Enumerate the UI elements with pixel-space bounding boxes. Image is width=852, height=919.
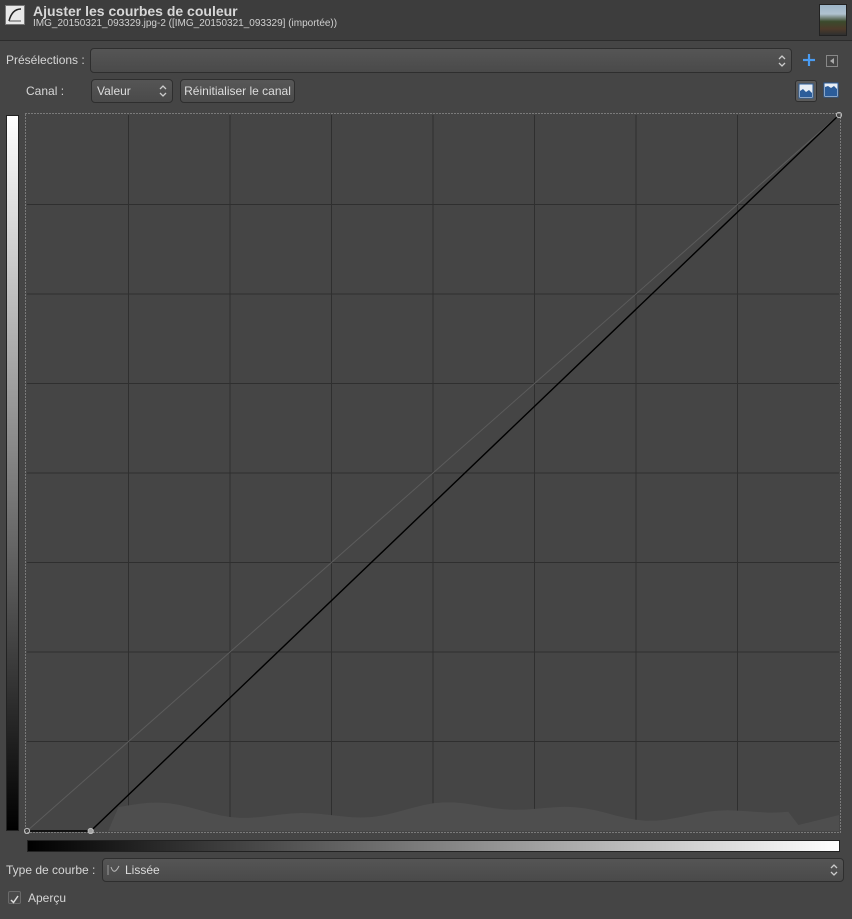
dialog-title: Ajuster les courbes de couleur bbox=[33, 3, 238, 19]
image-thumbnail bbox=[819, 4, 847, 36]
presets-combo[interactable] bbox=[90, 48, 792, 73]
smooth-curve-icon bbox=[107, 865, 120, 875]
presets-label: Présélections : bbox=[6, 53, 85, 67]
channel-label: Canal : bbox=[26, 84, 65, 98]
dialog-header: Ajuster les courbes de couleur IMG_20150… bbox=[0, 0, 852, 41]
combo-arrows-icon bbox=[830, 864, 838, 876]
preview-checkbox[interactable] bbox=[8, 891, 21, 904]
curve-type-label: Type de courbe : bbox=[6, 863, 96, 877]
channel-combo[interactable]: Valeur bbox=[91, 79, 173, 103]
dialog-subtitle: IMG_20150321_093329.jpg-2 ([IMG_20150321… bbox=[33, 18, 338, 29]
menu-arrow-icon bbox=[826, 55, 838, 67]
logarithmic-histogram-icon bbox=[823, 82, 839, 98]
combo-arrows-icon bbox=[778, 54, 786, 67]
channel-value: Valeur bbox=[97, 84, 131, 98]
linear-histogram-icon bbox=[798, 83, 814, 99]
presets-menu-button[interactable] bbox=[826, 54, 838, 67]
plus-icon bbox=[803, 54, 815, 66]
curve-type-value: Lissée bbox=[125, 863, 160, 877]
checkmark-icon bbox=[10, 895, 19, 904]
curve-graph[interactable] bbox=[23, 111, 843, 835]
curve-canvas[interactable] bbox=[23, 111, 843, 835]
curves-tool-icon bbox=[5, 5, 25, 25]
input-gradient-bar bbox=[27, 840, 840, 852]
add-preset-button[interactable] bbox=[801, 52, 817, 68]
output-gradient-bar bbox=[6, 115, 19, 831]
reset-channel-button[interactable]: Réinitialiser le canal bbox=[180, 79, 295, 103]
log-histogram-button[interactable] bbox=[821, 80, 843, 102]
linear-histogram-button[interactable] bbox=[795, 80, 817, 102]
combo-arrows-icon bbox=[159, 85, 167, 97]
curve-type-combo[interactable]: Lissée bbox=[102, 858, 844, 882]
preview-label[interactable]: Aperçu bbox=[28, 891, 66, 905]
